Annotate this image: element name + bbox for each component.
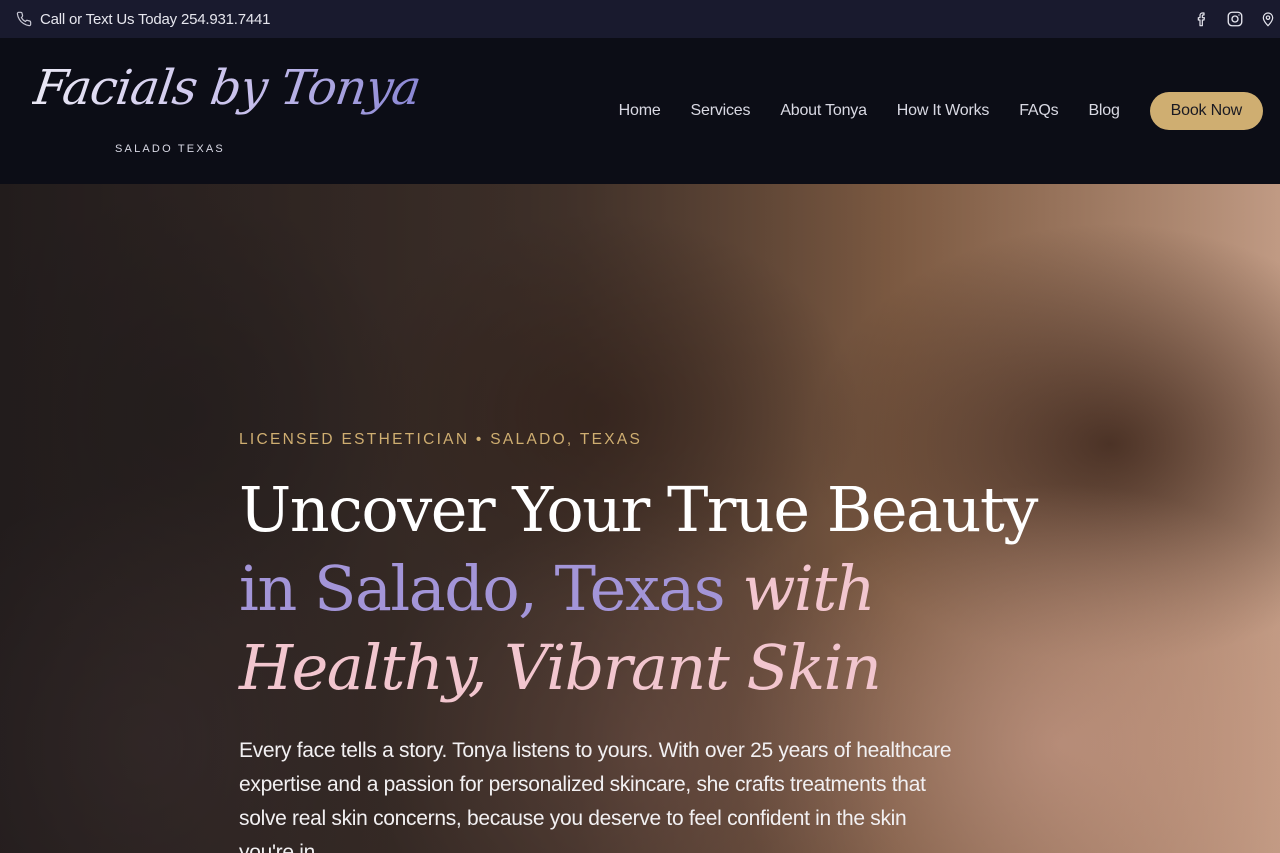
logo-script: Facials by Tonya: [30, 60, 424, 116]
headline-line-3: Healthy, Vibrant Skin: [239, 631, 882, 704]
social-links: [1194, 10, 1280, 28]
nav-about-tonya[interactable]: About Tonya: [780, 102, 867, 120]
logo[interactable]: Facials by Tonya SALADO TEXAS: [30, 58, 424, 168]
hero-eyebrow: LICENSED ESTHETICIAN • SALADO, TEXAS: [239, 431, 643, 448]
top-bar: Call or Text Us Today 254.931.7441: [0, 0, 1280, 38]
hero-description: Every face tells a story. Tonya listens …: [239, 739, 952, 853]
nav-home[interactable]: Home: [619, 102, 661, 120]
main-nav: Home Services About Tonya How It Works F…: [619, 92, 1263, 130]
logo-subtitle: SALADO TEXAS: [115, 143, 225, 155]
headline-with: with: [742, 552, 875, 625]
map-pin-icon[interactable]: [1260, 10, 1276, 28]
facebook-icon[interactable]: [1194, 10, 1210, 28]
phone-text: Call or Text Us Today 254.931.7441: [40, 10, 271, 28]
headline-location: in Salado, Texas: [239, 552, 726, 625]
phone-icon: [16, 11, 32, 27]
nav-faqs[interactable]: FAQs: [1019, 102, 1058, 120]
hero-headline: Uncover Your True Beauty in Salado, Texa…: [239, 470, 1038, 707]
site-header: Facials by Tonya SALADO TEXAS Home Servi…: [0, 38, 1280, 184]
headline-line-1: Uncover Your True Beauty: [239, 473, 1038, 546]
book-now-button[interactable]: Book Now: [1149, 92, 1263, 130]
nav-blog[interactable]: Blog: [1088, 102, 1119, 120]
headline-line-2: in Salado, Texas with: [239, 549, 1029, 628]
instagram-icon[interactable]: [1226, 10, 1244, 28]
hero-section: LICENSED ESTHETICIAN • SALADO, TEXAS Unc…: [0, 184, 1280, 853]
nav-services[interactable]: Services: [691, 102, 751, 120]
nav-how-it-works[interactable]: How It Works: [897, 102, 990, 120]
contact-info[interactable]: Call or Text Us Today 254.931.7441: [0, 10, 271, 28]
